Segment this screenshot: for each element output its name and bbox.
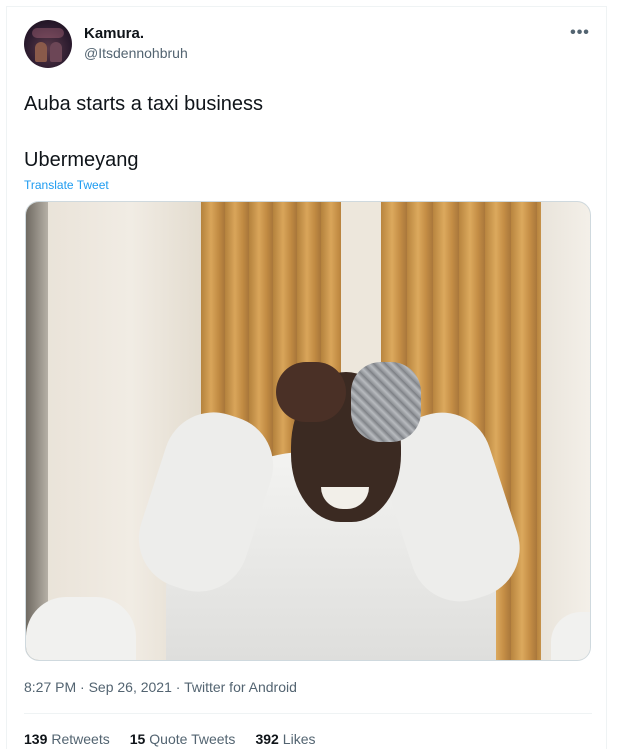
stat-count: 392: [255, 731, 279, 747]
tweet-text-line-2: Ubermeyang: [24, 149, 139, 171]
media-shadow: [26, 202, 48, 660]
stat-label: Quote Tweets: [149, 731, 236, 747]
stat-count: 139: [24, 731, 48, 747]
stat-label: Retweets: [51, 731, 110, 747]
tweet-media-image[interactable]: [25, 201, 591, 661]
divider: [24, 713, 592, 714]
media-person-hand: [276, 362, 346, 422]
avatar-figure: [50, 42, 62, 62]
author-handle[interactable]: @Itsdennohbruh: [84, 45, 188, 61]
media-wall-right: [541, 202, 590, 660]
tweet-card: Kamura. @Itsdennohbruh ••• Auba starts a…: [6, 6, 607, 749]
likes-stat[interactable]: 392 Likes: [255, 731, 315, 747]
author-display-name[interactable]: Kamura.: [84, 25, 144, 42]
engagement-stats: 139 Retweets 15 Quote Tweets 392 Likes: [24, 731, 335, 747]
tweet-text-line-1: Auba starts a taxi business: [24, 93, 264, 115]
media-foreground-left: [26, 597, 136, 660]
avatar-figure: [35, 42, 47, 62]
media-person-glove: [351, 362, 421, 442]
retweets-stat[interactable]: 139 Retweets: [24, 731, 110, 747]
quote-tweets-stat[interactable]: 15 Quote Tweets: [130, 731, 236, 747]
avatar-glow: [32, 28, 64, 38]
tweet-timestamp[interactable]: 8:27 PM · Sep 26, 2021 · Twitter for And…: [24, 679, 297, 695]
more-options-icon[interactable]: •••: [567, 23, 593, 43]
translate-tweet-link[interactable]: Translate Tweet: [24, 178, 109, 192]
stat-label: Likes: [282, 731, 316, 747]
avatar[interactable]: [24, 20, 72, 68]
stat-count: 15: [129, 731, 146, 747]
